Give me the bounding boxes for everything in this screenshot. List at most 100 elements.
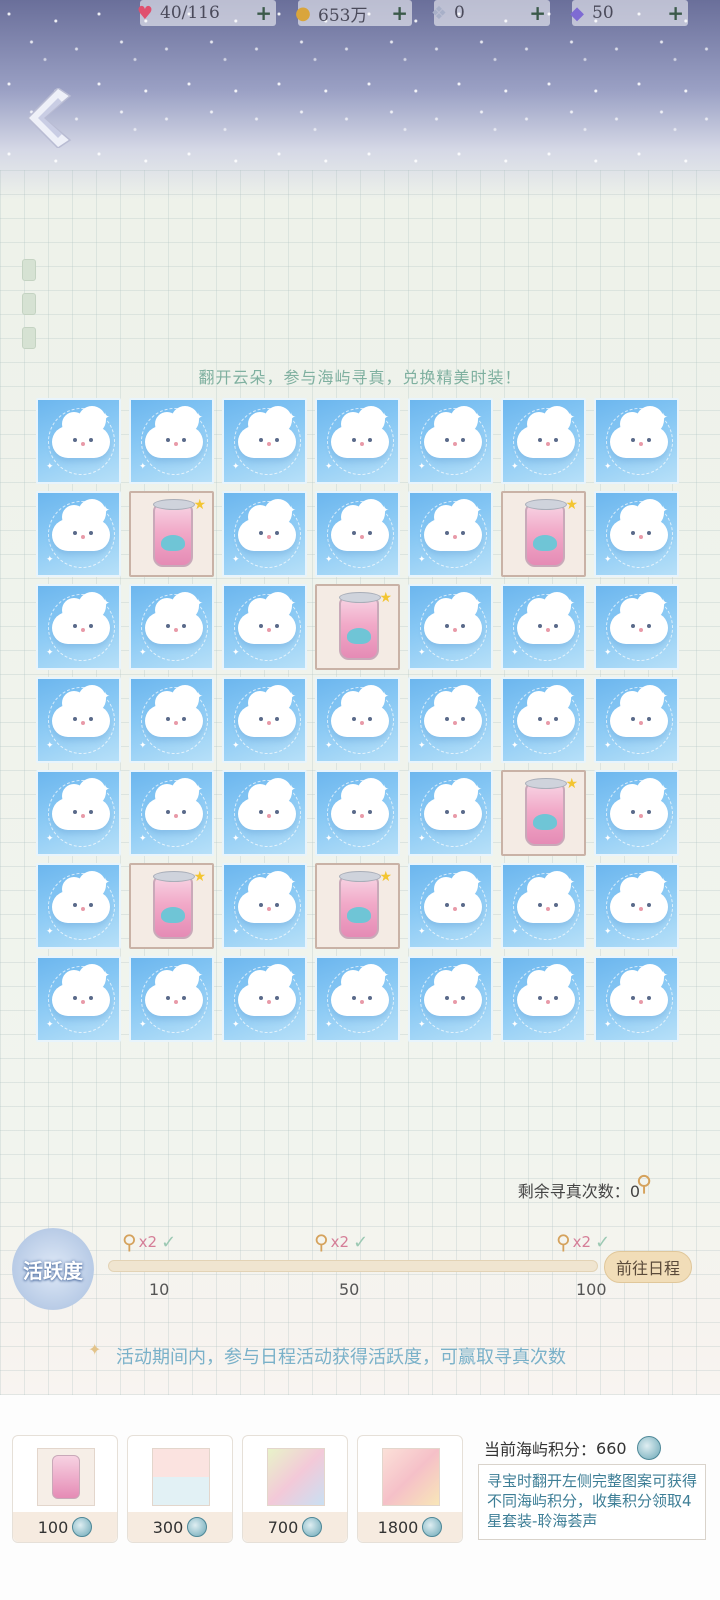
cloud-tile[interactable]: ✦ ✦	[594, 956, 679, 1042]
sparkle-icon: ✦	[472, 968, 483, 982]
add-stamina-button[interactable]: +	[255, 1, 272, 25]
resource-gold: ● 653万 +	[295, 0, 412, 26]
add-gold-button[interactable]: +	[391, 1, 408, 25]
cloud-tile[interactable]: ✦ ✦	[594, 770, 679, 856]
cloud-tile[interactable]: ✦ ✦	[594, 491, 679, 577]
cloud-tile[interactable]: ✦ ✦	[315, 398, 400, 484]
cloud-icon	[424, 778, 482, 830]
cloud-tile[interactable]: ✦ ✦	[129, 956, 214, 1042]
side-tab[interactable]	[22, 259, 36, 281]
cloud-tile[interactable]: ✦ ✦	[408, 863, 493, 949]
cloud-tile[interactable]: ✦ ✦	[408, 956, 493, 1042]
revealed-can-tile[interactable]: ★	[315, 584, 400, 670]
sparkle-icon: ✦	[604, 834, 612, 844]
cloud-tile[interactable]: ✦ ✦	[408, 398, 493, 484]
cloud-tile[interactable]: ✦ ✦	[36, 863, 121, 949]
cloud-tile[interactable]: ✦ ✦	[408, 584, 493, 670]
cloud-tile[interactable]: ✦ ✦	[408, 677, 493, 763]
exchange-card-1[interactable]: 100	[12, 1435, 118, 1543]
sparkle-icon: ✦	[325, 462, 333, 472]
cloud-icon	[610, 964, 668, 1016]
exchange-description: 寻宝时翻开左侧完整图案可获得不同海屿积分，收集积分领取4星套装-聆海荟声	[478, 1464, 706, 1540]
cloud-tile[interactable]: ✦ ✦	[222, 863, 307, 949]
cloud-tile[interactable]: ✦ ✦	[594, 398, 679, 484]
cloud-tile[interactable]: ✦ ✦	[501, 584, 586, 670]
cloud-tile[interactable]: ✦ ✦	[222, 677, 307, 763]
revealed-can-tile[interactable]: ★	[129, 863, 214, 949]
cloud-tile[interactable]: ✦ ✦	[36, 584, 121, 670]
cloud-icon	[610, 406, 668, 458]
sparkle-icon: ✦	[139, 741, 147, 751]
revealed-can-tile[interactable]: ★	[501, 491, 586, 577]
side-tab[interactable]	[22, 293, 36, 315]
milestone-reward-amount: x2	[330, 1233, 350, 1251]
back-button[interactable]	[22, 87, 74, 149]
add-diamond-button[interactable]: +	[667, 1, 684, 25]
sparkle-icon: ✦	[139, 462, 147, 472]
cloud-tile[interactable]: ✦ ✦	[36, 956, 121, 1042]
cloud-tile[interactable]: ✦ ✦	[129, 584, 214, 670]
cloud-tile[interactable]: ✦ ✦	[315, 491, 400, 577]
cloud-tile[interactable]: ✦ ✦	[222, 584, 307, 670]
cloud-tile[interactable]: ✦ ✦	[501, 677, 586, 763]
resource-stamina: ♥ 40/116 +	[137, 0, 276, 26]
cloud-icon	[610, 871, 668, 923]
cloud-tile[interactable]: ✦ ✦	[129, 398, 214, 484]
cloud-tile[interactable]: ✦ ✦	[222, 956, 307, 1042]
exchange-card-4[interactable]: 1800	[357, 1435, 463, 1543]
cloud-tile[interactable]: ✦ ✦	[594, 863, 679, 949]
cloud-tile[interactable]: ✦ ✦	[315, 770, 400, 856]
sparkle-icon: ✦	[232, 648, 240, 658]
goto-schedule-button[interactable]: 前往日程	[604, 1251, 692, 1283]
cloud-tile[interactable]: ✦ ✦	[501, 956, 586, 1042]
cloud-tile[interactable]: ✦ ✦	[222, 491, 307, 577]
cloud-tile[interactable]: ✦ ✦	[36, 770, 121, 856]
cloud-tile[interactable]: ✦ ✦	[408, 491, 493, 577]
shell-points-icon	[187, 1517, 208, 1537]
cloud-tile[interactable]: ✦ ✦	[222, 770, 307, 856]
milestone-value: 100	[576, 1280, 607, 1299]
sparkle-icon: ✦	[658, 875, 669, 889]
cloud-tile[interactable]: ✦ ✦	[315, 956, 400, 1042]
sparkle-icon: ✦	[100, 875, 111, 889]
milestone-reward-1[interactable]: ⚲ x2 ✓	[122, 1230, 176, 1254]
cloud-tile[interactable]: ✦ ✦	[36, 491, 121, 577]
cloud-tile[interactable]: ✦ ✦	[129, 770, 214, 856]
cloud-tile[interactable]: ✦ ✦	[501, 863, 586, 949]
exchange-card-3[interactable]: 700	[242, 1435, 348, 1543]
sparkle-icon: ✦	[232, 834, 240, 844]
cloud-icon	[517, 592, 575, 644]
side-tab[interactable]	[22, 327, 36, 349]
sparkle-icon: ✦	[658, 596, 669, 610]
sparkle-icon: ✦	[139, 648, 147, 658]
cloud-tile[interactable]: ✦ ✦	[594, 677, 679, 763]
cloud-tile[interactable]: ✦ ✦	[408, 770, 493, 856]
exchange-card-2[interactable]: 300	[127, 1435, 233, 1543]
cloud-icon	[52, 871, 110, 923]
milestone-reward-3[interactable]: ⚲ x2 ✓	[556, 1230, 610, 1254]
cloud-tile[interactable]: ✦ ✦	[36, 677, 121, 763]
sparkle-icon: ✦	[193, 689, 204, 703]
revealed-can-tile[interactable]: ★	[501, 770, 586, 856]
cloud-tile[interactable]: ✦ ✦	[501, 398, 586, 484]
sparkle-icon: ✦	[604, 927, 612, 937]
sparkle-icon: ✦	[379, 410, 390, 424]
revealed-can-tile[interactable]: ★	[129, 491, 214, 577]
sparkle-icon: ✦	[604, 1020, 612, 1030]
cloud-tile[interactable]: ✦ ✦	[222, 398, 307, 484]
sparkle-icon: ✦	[100, 503, 111, 517]
sparkle-icon: ✦	[325, 555, 333, 565]
check-icon: ✓	[595, 1231, 611, 1253]
cloud-tile[interactable]: ✦ ✦	[129, 677, 214, 763]
revealed-can-tile[interactable]: ★	[315, 863, 400, 949]
cloud-tile[interactable]: ✦ ✦	[315, 677, 400, 763]
milestone-reward-2[interactable]: ⚲ x2 ✓	[314, 1230, 368, 1254]
sparkle-icon: ✦	[511, 1020, 519, 1030]
search-ticket-icon: ⚲	[556, 1230, 571, 1254]
cloud-tile[interactable]: ✦ ✦	[36, 398, 121, 484]
score-value: 660	[596, 1438, 627, 1458]
cloud-tile[interactable]: ✦ ✦	[594, 584, 679, 670]
remaining-label: 剩余寻真次数：	[517, 1182, 630, 1201]
sparkle-icon: ✦	[232, 927, 240, 937]
add-crystal-button[interactable]: +	[529, 1, 546, 25]
